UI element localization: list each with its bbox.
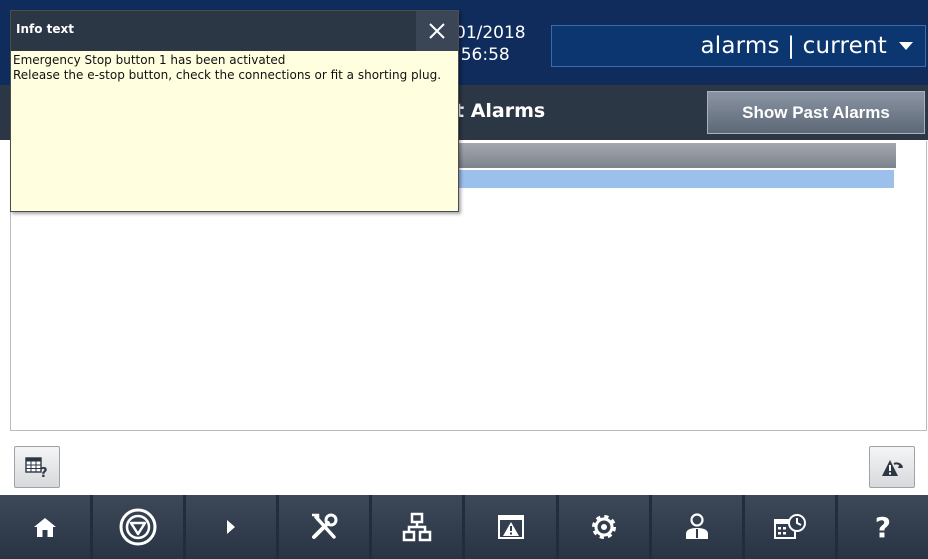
- nav-user-button[interactable]: [651, 495, 742, 559]
- home-icon: [34, 518, 57, 537]
- popup-body: Emergency Stop button 1 has been activat…: [11, 53, 458, 83]
- emergency-stop-icon: [119, 508, 157, 546]
- schedule-icon: [773, 514, 806, 539]
- datetime-display: 01/2018 :56:58: [455, 22, 526, 66]
- bottom-navigation: ?: [0, 495, 928, 559]
- svg-text:?: ?: [40, 466, 48, 478]
- screen-selector-label: alarms | current: [700, 33, 887, 59]
- time-text: :56:58: [455, 45, 510, 65]
- nav-help-button[interactable]: ?: [837, 495, 928, 559]
- help-icon: ?: [874, 510, 892, 544]
- nav-alarms-button[interactable]: [465, 495, 556, 559]
- info-line-2: Release the e-stop button, check the con…: [13, 68, 442, 82]
- user-icon: [685, 513, 708, 539]
- info-line-1: Emergency Stop button 1 has been activat…: [13, 53, 286, 67]
- nav-play-button[interactable]: [186, 495, 277, 559]
- play-icon: [227, 520, 236, 534]
- gear-icon: [591, 515, 616, 539]
- nav-schedule-button[interactable]: [744, 495, 835, 559]
- show-past-alarms-button[interactable]: Show Past Alarms: [707, 91, 925, 134]
- nav-tools-button[interactable]: [279, 495, 370, 559]
- caret-down-icon: [899, 42, 913, 50]
- network-icon: [403, 512, 432, 542]
- date-text: 01/2018: [455, 23, 526, 43]
- nav-emergency-stop-button[interactable]: [93, 495, 184, 559]
- acknowledge-icon: [882, 460, 903, 476]
- alarm-screen: 01/2018 :56:58 alarms | current t Alarms…: [0, 0, 928, 559]
- nav-settings-button[interactable]: [558, 495, 649, 559]
- popup-title: Info text: [16, 22, 75, 36]
- screen-selector-dropdown[interactable]: alarms | current: [551, 25, 926, 67]
- acknowledge-alarm-button[interactable]: [869, 446, 915, 488]
- popup-close-button[interactable]: [416, 11, 458, 51]
- alarm-info-button[interactable]: ?: [14, 446, 60, 488]
- nav-network-button[interactable]: [372, 495, 463, 559]
- nav-home-button[interactable]: [0, 495, 91, 559]
- alarm-icon: [497, 515, 524, 539]
- page-title: t Alarms: [455, 100, 546, 122]
- close-icon: [429, 23, 445, 39]
- popup-titlebar: Info text: [11, 11, 458, 51]
- tools-icon: [312, 513, 338, 539]
- info-text-popup: Info text Emergency Stop button 1 has be…: [10, 10, 459, 212]
- table-help-icon: ?: [25, 457, 48, 478]
